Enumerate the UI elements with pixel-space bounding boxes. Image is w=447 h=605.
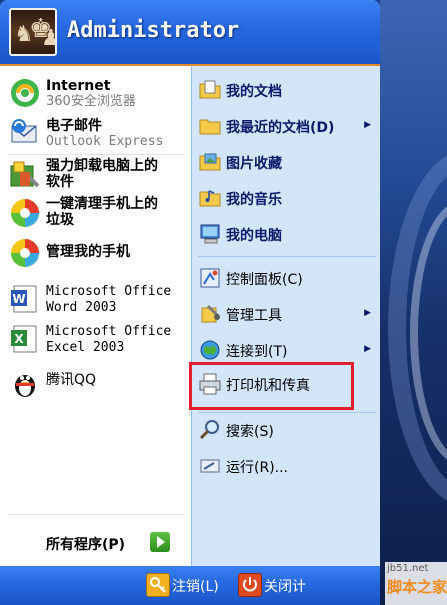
recent-program-phone-cleaner-line1: 一键清理手机上的	[46, 196, 158, 212]
user-name: Administrator	[67, 18, 240, 43]
excel-icon: X	[11, 325, 37, 353]
pinned-email-subtitle: Outlook Express	[46, 134, 164, 149]
pinned-separator	[8, 154, 184, 155]
uninstaller-icon	[10, 161, 40, 188]
recent-program-qq-line1: 腾讯QQ	[46, 372, 97, 388]
place-my-pictures-label: 图片收藏	[226, 156, 282, 172]
my-pictures-icon	[199, 153, 221, 171]
place-my-music[interactable]: 我的音乐	[192, 182, 380, 214]
pinned-email-title: 电子邮件	[46, 118, 102, 134]
site-watermark: jb51.net 脚本之家	[385, 562, 447, 605]
chess-pawn-icon: ♟	[41, 28, 55, 50]
recent-program-uninstaller-line2: 软件	[46, 174, 74, 190]
recent-program-uninstaller[interactable]: 强力卸载电脑上的 软件	[0, 156, 191, 194]
place-my-computer[interactable]: 我的电脑	[192, 218, 380, 250]
connect-to-icon	[200, 340, 220, 360]
tool-search[interactable]: 搜索(S)	[192, 414, 380, 446]
recent-program-excel-line2: Excel 2003	[46, 340, 125, 355]
qq-penguin-icon	[15, 375, 35, 397]
outlook-express-icon	[11, 119, 37, 143]
annotation-highlight-box	[189, 362, 354, 410]
shutdown-button[interactable]: 关闭计	[238, 571, 328, 599]
recent-program-excel[interactable]: X Microsoft Office Excel 2003	[0, 320, 191, 358]
system-control-panel[interactable]: 控制面板(C)	[192, 262, 380, 294]
place-my-music-label: 我的音乐	[226, 192, 282, 208]
tool-search-label: 搜索(S)	[226, 424, 274, 440]
all-programs-separator	[8, 514, 184, 515]
submenu-arrow-icon: ▶	[364, 344, 371, 354]
tools-separator	[198, 412, 376, 413]
pinned-internet-subtitle: 360安全浏览器	[46, 94, 136, 109]
svg-text:X: X	[14, 332, 24, 346]
my-music-icon	[199, 190, 221, 207]
all-programs-label: 所有程序(P)	[46, 537, 126, 553]
recent-program-qq[interactable]: 腾讯QQ	[0, 364, 191, 398]
place-my-computer-label: 我的电脑	[226, 228, 282, 244]
system-admin-tools-label: 管理工具	[226, 308, 282, 324]
power-icon	[238, 573, 262, 597]
user-avatar[interactable]: ♞ ♚ ♟	[9, 8, 57, 56]
place-my-documents[interactable]: 我的文档	[192, 74, 380, 106]
system-admin-tools[interactable]: 管理工具 ▶	[192, 298, 380, 330]
system-control-panel-label: 控制面板(C)	[226, 272, 303, 288]
programs-pane: Internet 360安全浏览器 电子邮件 Outlook Express 强…	[0, 66, 191, 566]
tool-run[interactable]: 运行(R)...	[192, 450, 380, 482]
recent-program-word[interactable]: W Microsoft Office Word 2003	[0, 280, 191, 318]
recent-program-phone-cleaner[interactable]: 一键清理手机上的 垃圾	[0, 194, 191, 232]
watermark-name: 脚本之家	[387, 578, 447, 596]
places-pane: 我的文档 我最近的文档(D) ▶ 图片收藏 我的音乐 我的电脑 控制面板(C) …	[191, 66, 380, 566]
logoff-label: 注销(L)	[172, 579, 219, 595]
pinned-internet[interactable]: Internet 360安全浏览器	[0, 74, 191, 112]
system-connect-to-label: 连接到(T)	[226, 344, 288, 360]
phone-cleaner-icon	[11, 199, 39, 227]
start-menu-footer: 注销(L) 关闭计	[0, 566, 380, 605]
logoff-button[interactable]: 注销(L)	[146, 571, 231, 599]
pinned-internet-title: Internet	[46, 78, 111, 94]
recent-documents-icon	[199, 119, 221, 135]
recent-program-phone-cleaner-line2: 垃圾	[46, 212, 74, 228]
recent-program-word-line2: Word 2003	[46, 300, 117, 315]
recent-program-phone-manager-line1: 管理我的手机	[46, 244, 130, 260]
place-my-documents-label: 我的文档	[226, 84, 282, 100]
my-computer-icon	[200, 224, 220, 244]
recent-program-phone-manager[interactable]: 管理我的手机	[0, 234, 191, 270]
places-separator	[198, 256, 376, 257]
watermark-domain: jb51.net	[387, 563, 429, 574]
start-menu-header: ♞ ♚ ♟ Administrator	[0, 0, 380, 66]
start-menu: ♞ ♚ ♟ Administrator Internet 360安全浏览器	[0, 0, 380, 605]
run-icon	[200, 459, 220, 473]
phone-manager-icon	[11, 239, 39, 267]
key-icon	[146, 573, 170, 597]
submenu-arrow-icon: ▶	[364, 308, 371, 318]
search-icon	[199, 420, 219, 440]
svg-text:W: W	[12, 292, 25, 306]
admin-tools-icon	[201, 304, 220, 323]
control-panel-icon	[200, 268, 220, 288]
place-recent-documents[interactable]: 我最近的文档(D) ▶	[192, 110, 380, 142]
recent-program-word-line1: Microsoft Office	[46, 284, 172, 299]
tool-run-label: 运行(R)...	[226, 460, 289, 476]
place-recent-documents-label: 我最近的文档(D)	[226, 120, 335, 136]
all-programs-button[interactable]: 所有程序(P)	[0, 520, 191, 566]
shutdown-label: 关闭计	[264, 579, 306, 595]
pinned-email[interactable]: 电子邮件 Outlook Express	[0, 114, 191, 152]
recent-program-excel-line1: Microsoft Office	[46, 324, 172, 339]
green-arrow-icon	[150, 532, 170, 552]
word-icon: W	[11, 285, 37, 313]
place-my-pictures[interactable]: 图片收藏	[192, 146, 380, 178]
browser-360-icon	[11, 79, 39, 107]
submenu-arrow-icon: ▶	[364, 120, 371, 130]
recent-program-uninstaller-line1: 强力卸载电脑上的	[46, 158, 158, 174]
desktop-background	[380, 0, 447, 605]
my-documents-icon	[199, 80, 221, 99]
